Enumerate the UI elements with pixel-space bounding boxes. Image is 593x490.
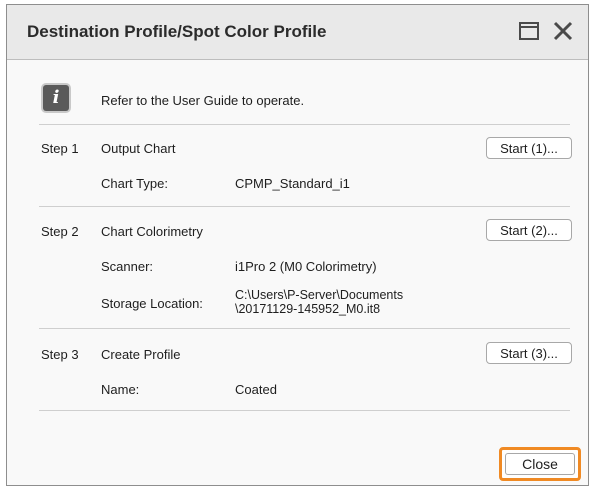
chart-type-label: Chart Type:	[101, 176, 168, 191]
storage-location-label: Storage Location:	[101, 296, 203, 311]
window-icon[interactable]	[519, 22, 539, 40]
separator	[39, 410, 570, 411]
separator	[39, 206, 570, 207]
storage-location-line-2: \20171129-145952_M0.it8	[235, 302, 381, 316]
info-icon: i	[43, 85, 69, 111]
name-value: Coated	[235, 382, 277, 397]
step-3-label: Step 3	[41, 347, 79, 362]
close-icon[interactable]	[551, 19, 575, 43]
scanner-value: i1Pro 2 (M0 Colorimetry)	[235, 259, 377, 274]
step-2-name: Chart Colorimetry	[101, 224, 203, 239]
separator	[39, 124, 570, 125]
step-2-label: Step 2	[41, 224, 79, 239]
name-label: Name:	[101, 382, 140, 397]
start-3-button[interactable]: Start (3)...	[486, 342, 572, 364]
storage-location-line-1: C:\Users\P-Server\Documents	[235, 288, 404, 302]
close-button[interactable]: Close	[505, 453, 575, 475]
dialog-body: i Refer to the User Guide to operate. St…	[7, 60, 588, 485]
scanner-label: Scanner:	[101, 259, 154, 274]
step-3-name: Create Profile	[101, 347, 181, 362]
step-1-label: Step 1	[41, 141, 79, 156]
profile-dialog: Destination Profile/Spot Color Profile i…	[6, 4, 589, 486]
start-1-button[interactable]: Start (1)...	[486, 137, 572, 159]
info-text: Refer to the User Guide to operate.	[101, 93, 305, 108]
start-2-button[interactable]: Start (2)...	[486, 219, 572, 241]
dialog-titlebar: Destination Profile/Spot Color Profile	[7, 5, 588, 60]
separator	[39, 328, 570, 329]
dialog-title: Destination Profile/Spot Color Profile	[27, 22, 327, 41]
chart-type-value: CPMP_Standard_i1	[235, 176, 350, 191]
close-button-highlight: Close	[499, 447, 581, 481]
step-1-name: Output Chart	[101, 141, 176, 156]
